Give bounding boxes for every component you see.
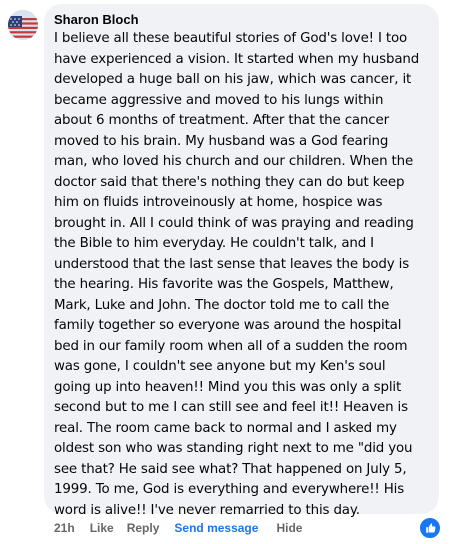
comment-line: going up into heaven!! Mind you this was… bbox=[54, 379, 402, 395]
comment-line: him on fluids introveinously at home, ho… bbox=[54, 195, 383, 210]
comment-line: see that? He said see what? That happene… bbox=[54, 461, 407, 477]
comment-line: became aggressive and moved to his lungs… bbox=[54, 92, 384, 108]
like-button[interactable]: Like bbox=[90, 521, 114, 535]
comment-line: real. The room came back to normal and I… bbox=[54, 420, 397, 436]
comment-line: bed in our family room when all of a sud… bbox=[54, 338, 408, 354]
comment-line: was gone, I couldn't see anyone but my K… bbox=[54, 359, 386, 374]
comment-bubble: Sharon Bloch I believe all these beautif… bbox=[44, 4, 439, 518]
comment-line: Mark, Luke and John. The doctor told me … bbox=[54, 297, 390, 313]
comment: Sharon Bloch I believe all these beautif… bbox=[0, 0, 450, 544]
comment-line: the Bible to him everyday. He couldn't t… bbox=[54, 236, 374, 251]
comment-line: I believe all these beautiful stories of… bbox=[54, 31, 408, 46]
comment-line: second but to me I can still see and fee… bbox=[54, 400, 408, 415]
comment-actions: 21h Like Reply Send message Hide bbox=[54, 521, 302, 535]
comment-line: 1999. To me, God is everything and every… bbox=[54, 482, 405, 497]
thumbs-up-icon bbox=[426, 523, 436, 533]
comment-author[interactable]: Sharon Bloch bbox=[54, 12, 429, 28]
comment-line: about 6 months of treatment. After that … bbox=[54, 113, 389, 128]
comment-line: understood that the last sense that leav… bbox=[54, 256, 410, 272]
comment-line: developed a huge ball on his jaw, which … bbox=[54, 72, 412, 87]
comment-text: I believe all these beautiful stories of… bbox=[54, 29, 429, 521]
avatar[interactable] bbox=[8, 10, 38, 40]
comment-line: word is alive!! I've never remarried to … bbox=[54, 502, 360, 518]
comment-line: doctor said that there's nothing they ca… bbox=[54, 174, 405, 190]
comment-line: the hearing. His favorite was the Gospel… bbox=[54, 277, 394, 292]
send-message-button[interactable]: Send message bbox=[174, 521, 258, 535]
reply-button[interactable]: Reply bbox=[127, 521, 160, 535]
comment-line: man, who loved his church and our childr… bbox=[54, 154, 414, 169]
comment-line: moved to his brain. My husband was a God… bbox=[54, 133, 389, 149]
comment-line: brought in. All I could think of was pra… bbox=[54, 215, 414, 231]
comment-timestamp[interactable]: 21h bbox=[54, 521, 75, 535]
us-flag-avatar-icon bbox=[8, 10, 38, 40]
comment-line: family together so everyone was around t… bbox=[54, 318, 402, 333]
reaction-badge[interactable] bbox=[418, 516, 442, 540]
comment-line: have experienced a vision. It started wh… bbox=[54, 51, 420, 67]
comment-line: oldest son who was standing right next t… bbox=[54, 441, 413, 456]
hide-button[interactable]: Hide bbox=[276, 521, 302, 535]
